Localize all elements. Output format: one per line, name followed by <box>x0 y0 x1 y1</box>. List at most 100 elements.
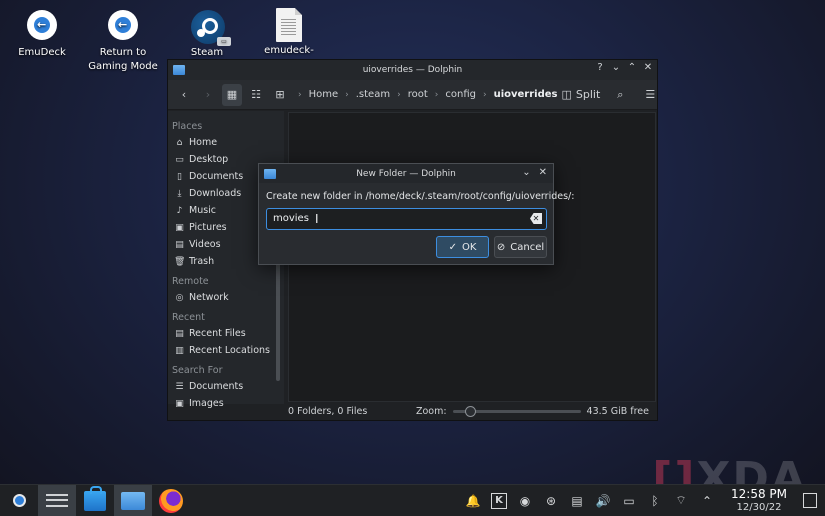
show-desktop-button[interactable] <box>803 493 817 508</box>
sidebar-item-label: Recent Files <box>189 328 246 339</box>
ok-button[interactable]: ✓ OK <box>436 236 489 258</box>
steam-icon: ▭ <box>191 10 231 46</box>
desktop-icon-label: EmuDeck <box>18 47 66 58</box>
dialog-close-button[interactable]: ✕ <box>539 167 547 178</box>
cancel-icon: ⊘ <box>496 241 506 253</box>
taskbar-dolphin[interactable] <box>114 484 152 516</box>
menu-button[interactable]: ☰ <box>640 84 660 106</box>
sidebar-item-search-documents[interactable]: ☰ Documents <box>168 378 284 395</box>
zoom-label: Zoom: <box>415 405 447 417</box>
breadcrumb-separator-icon: › <box>345 89 349 100</box>
volume-icon[interactable]: 🔊 <box>595 494 611 508</box>
desktop-icon-label: emudeck- <box>264 45 314 56</box>
zoom-slider-handle[interactable] <box>464 405 476 417</box>
compact-view-icon: ☷ <box>251 88 261 101</box>
sidebar-item-recent-files[interactable]: ▤ Recent Files <box>168 325 284 342</box>
split-button[interactable]: ◫ Split <box>562 84 601 106</box>
checkmark-icon: ✓ <box>448 241 457 253</box>
application-launcher[interactable] <box>0 485 38 516</box>
expand-tray-icon[interactable]: ⌃ <box>699 494 715 508</box>
folder-name-input[interactable]: movies I ✕ <box>266 208 547 230</box>
sidebar-item-label: Documents <box>189 171 244 182</box>
desktop-icon: ▭ <box>175 154 184 165</box>
network-icon: ◎ <box>175 292 184 303</box>
sidebar-item-network[interactable]: ◎ Network <box>168 289 284 306</box>
icons-view-button[interactable]: ▦ <box>222 83 242 106</box>
compact-view-button[interactable]: ☷ <box>246 84 266 106</box>
sidebar-heading-remote: Remote <box>172 276 209 287</box>
taskbar-system-settings[interactable] <box>38 484 76 516</box>
desktop-icon-steam[interactable]: ▭ Steam <box>167 10 247 60</box>
sidebar-item-label: Network <box>189 292 229 303</box>
music-icon: ♪ <box>176 205 183 216</box>
desktop-icon-emudeck-file[interactable]: emudeck- <box>249 8 329 58</box>
kde-connect-icon[interactable]: K <box>491 492 507 509</box>
desktop-icon-label: Steam <box>190 47 224 58</box>
ok-label: OK <box>461 241 477 253</box>
help-button[interactable]: ? <box>595 62 605 73</box>
grid-view-icon: ▦ <box>226 88 238 101</box>
sidebar-item-label: Documents <box>189 381 244 392</box>
breadcrumb-uioverrides[interactable]: uioverrides <box>494 89 558 100</box>
breadcrumb-steam[interactable]: .steam <box>356 89 390 100</box>
cancel-label: Cancel <box>510 241 545 253</box>
dialog-titlebar[interactable]: New Folder — Dolphin ⌄ ✕ <box>259 164 553 183</box>
close-button[interactable]: ✕ <box>643 62 653 73</box>
discover-store-icon <box>84 485 106 511</box>
sidebar-item-label: Videos <box>189 239 221 250</box>
toolbar: ‹ › ▦ ☷ ⊞ › Home › .steam › root › confi… <box>168 80 657 110</box>
home-icon: ⌂ <box>176 137 183 148</box>
notifications-icon[interactable]: 🔔 <box>465 494 481 508</box>
breadcrumb-root[interactable]: root <box>408 89 428 100</box>
sidebar-item-label: Downloads <box>189 188 242 199</box>
sidebar-item-home[interactable]: ⌂ Home <box>168 134 284 151</box>
breadcrumb-home[interactable]: Home <box>309 89 339 100</box>
search-button[interactable]: ⌕ <box>610 84 630 106</box>
discover-updates-icon[interactable]: ⊛ <box>543 494 559 508</box>
sidebar-item-label: Desktop <box>189 154 229 165</box>
desktop-icon-emudeck[interactable]: ← EmuDeck <box>2 10 82 60</box>
sidebar-item-recent-locations[interactable]: ▥ Recent Locations <box>168 342 284 359</box>
trash-icon: 🗑 <box>174 256 186 267</box>
taskbar-firefox[interactable] <box>152 485 190 516</box>
breadcrumb-config[interactable]: config <box>445 89 476 100</box>
new-folder-prompt: Create new folder in /home/deck/.steam/r… <box>266 191 575 202</box>
steam-tray-icon[interactable]: ◉ <box>517 494 533 508</box>
back-button[interactable]: ‹ <box>174 84 194 106</box>
maximize-button[interactable]: ⌃ <box>627 62 637 73</box>
clear-text-icon[interactable]: ✕ <box>530 213 542 224</box>
split-label: Split <box>575 88 601 101</box>
sidebar-item-label: Music <box>189 205 217 216</box>
clipboard-icon[interactable]: ▤ <box>569 494 585 508</box>
breadcrumb-separator-icon: › <box>397 89 401 100</box>
cancel-button[interactable]: ⊘ Cancel <box>494 236 547 258</box>
forward-icon: › <box>205 88 211 101</box>
breadcrumb: › Home › .steam › root › config › uiover… <box>298 89 558 100</box>
folder-file-count: 0 Folders, 0 Files <box>288 405 368 417</box>
search-icon: ⌕ <box>617 87 624 101</box>
documents-icon: ☰ <box>175 381 184 392</box>
forward-button[interactable]: › <box>198 84 218 106</box>
minimize-button[interactable]: ⌄ <box>611 62 621 73</box>
taskbar-discover[interactable] <box>76 485 114 516</box>
system-tray: 🔔 K ◉ ⊛ ▤ 🔊 ▭ ᛒ ⌔ ⌃ 12:58 PM 12/30/22 <box>465 486 825 514</box>
breadcrumb-separator-icon: › <box>434 89 439 100</box>
zoom-slider[interactable] <box>452 405 581 417</box>
desktop-icon-return-gaming-mode[interactable]: ← Return to Gaming Mode <box>83 10 163 74</box>
bluetooth-icon[interactable]: ᛒ <box>647 494 663 508</box>
sidebar-item-label: Home <box>189 137 218 148</box>
sidebar-heading-search-for: Search For <box>172 365 223 376</box>
details-view-icon: ⊞ <box>275 88 285 101</box>
battery-icon[interactable]: ▭ <box>621 494 637 508</box>
window-titlebar[interactable]: uioverrides — Dolphin ? ⌄ ⌃ ✕ <box>168 60 657 80</box>
dialog-minimize-button[interactable]: ⌄ <box>522 167 530 178</box>
wifi-icon[interactable]: ⌔ <box>673 493 689 508</box>
sidebar-item-label: Pictures <box>189 222 227 233</box>
back-icon: ‹ <box>181 88 187 101</box>
new-folder-dialog: New Folder — Dolphin ⌄ ✕ Create new fold… <box>258 163 574 265</box>
sidebar-item-label: Recent Locations <box>189 345 270 356</box>
details-view-button[interactable]: ⊞ <box>270 84 290 106</box>
digital-clock[interactable]: 12:58 PM 12/30/22 <box>731 486 787 514</box>
clock-time: 12:58 PM <box>731 486 787 501</box>
emudeck-icon: ← <box>26 10 58 42</box>
